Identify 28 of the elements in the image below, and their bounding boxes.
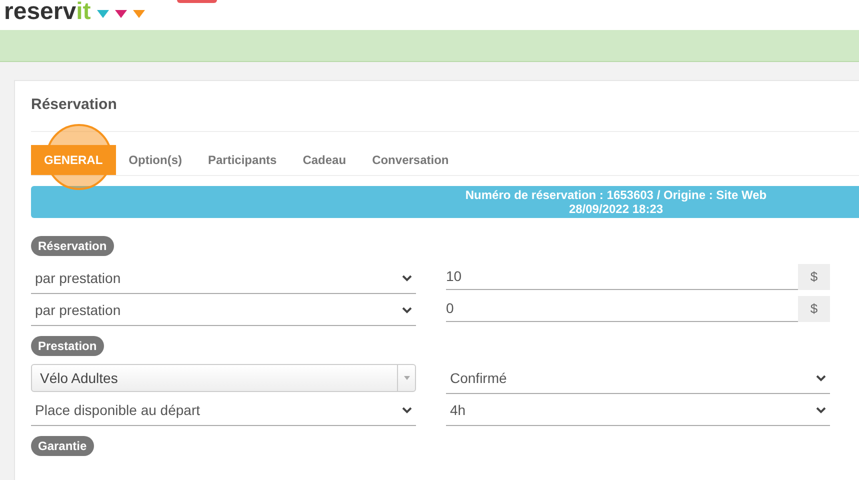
amount-field[interactable]: 10 — [446, 264, 798, 290]
currency-addon: $ — [798, 296, 830, 322]
combo-box[interactable]: Vélo Adultes — [31, 364, 416, 392]
tab[interactable]: Participants — [195, 145, 290, 175]
amount-field[interactable]: 0 — [446, 296, 798, 322]
dropdown-field[interactable]: par prestation — [31, 264, 416, 294]
chevron-down-icon — [402, 407, 412, 414]
chevron-down-icon — [816, 375, 826, 382]
dropdown-field[interactable]: Confirmé — [446, 364, 830, 394]
dropdown-field[interactable]: par prestation — [31, 296, 416, 326]
card-title: Réservation — [31, 95, 117, 115]
section-badge: Réservation — [31, 236, 114, 256]
notification-badge — [176, 0, 217, 3]
tab[interactable]: Option(s) — [116, 145, 195, 175]
currency-addon: $ — [798, 264, 830, 290]
chevron-down-icon — [402, 275, 412, 282]
caret-down-icon — [404, 376, 410, 380]
chevron-down-icon — [402, 307, 412, 314]
section-badge: Prestation — [31, 336, 104, 356]
tab[interactable]: Conversation — [359, 145, 462, 175]
section-badge: Garantie — [31, 436, 94, 456]
logo[interactable]: reservit — [4, 0, 149, 24]
tab[interactable]: Cadeau — [290, 145, 360, 175]
dropdown-field[interactable]: 4h — [446, 396, 830, 426]
banner-text: Numéro de réservation : 1653603 / Origine : Site Web — [464, 188, 768, 202]
banner-text: 28/09/2022 18:23 — [568, 202, 664, 216]
chevron-down-icon — [816, 407, 826, 414]
dropdown-field[interactable]: Place disponible au départ — [31, 396, 416, 426]
